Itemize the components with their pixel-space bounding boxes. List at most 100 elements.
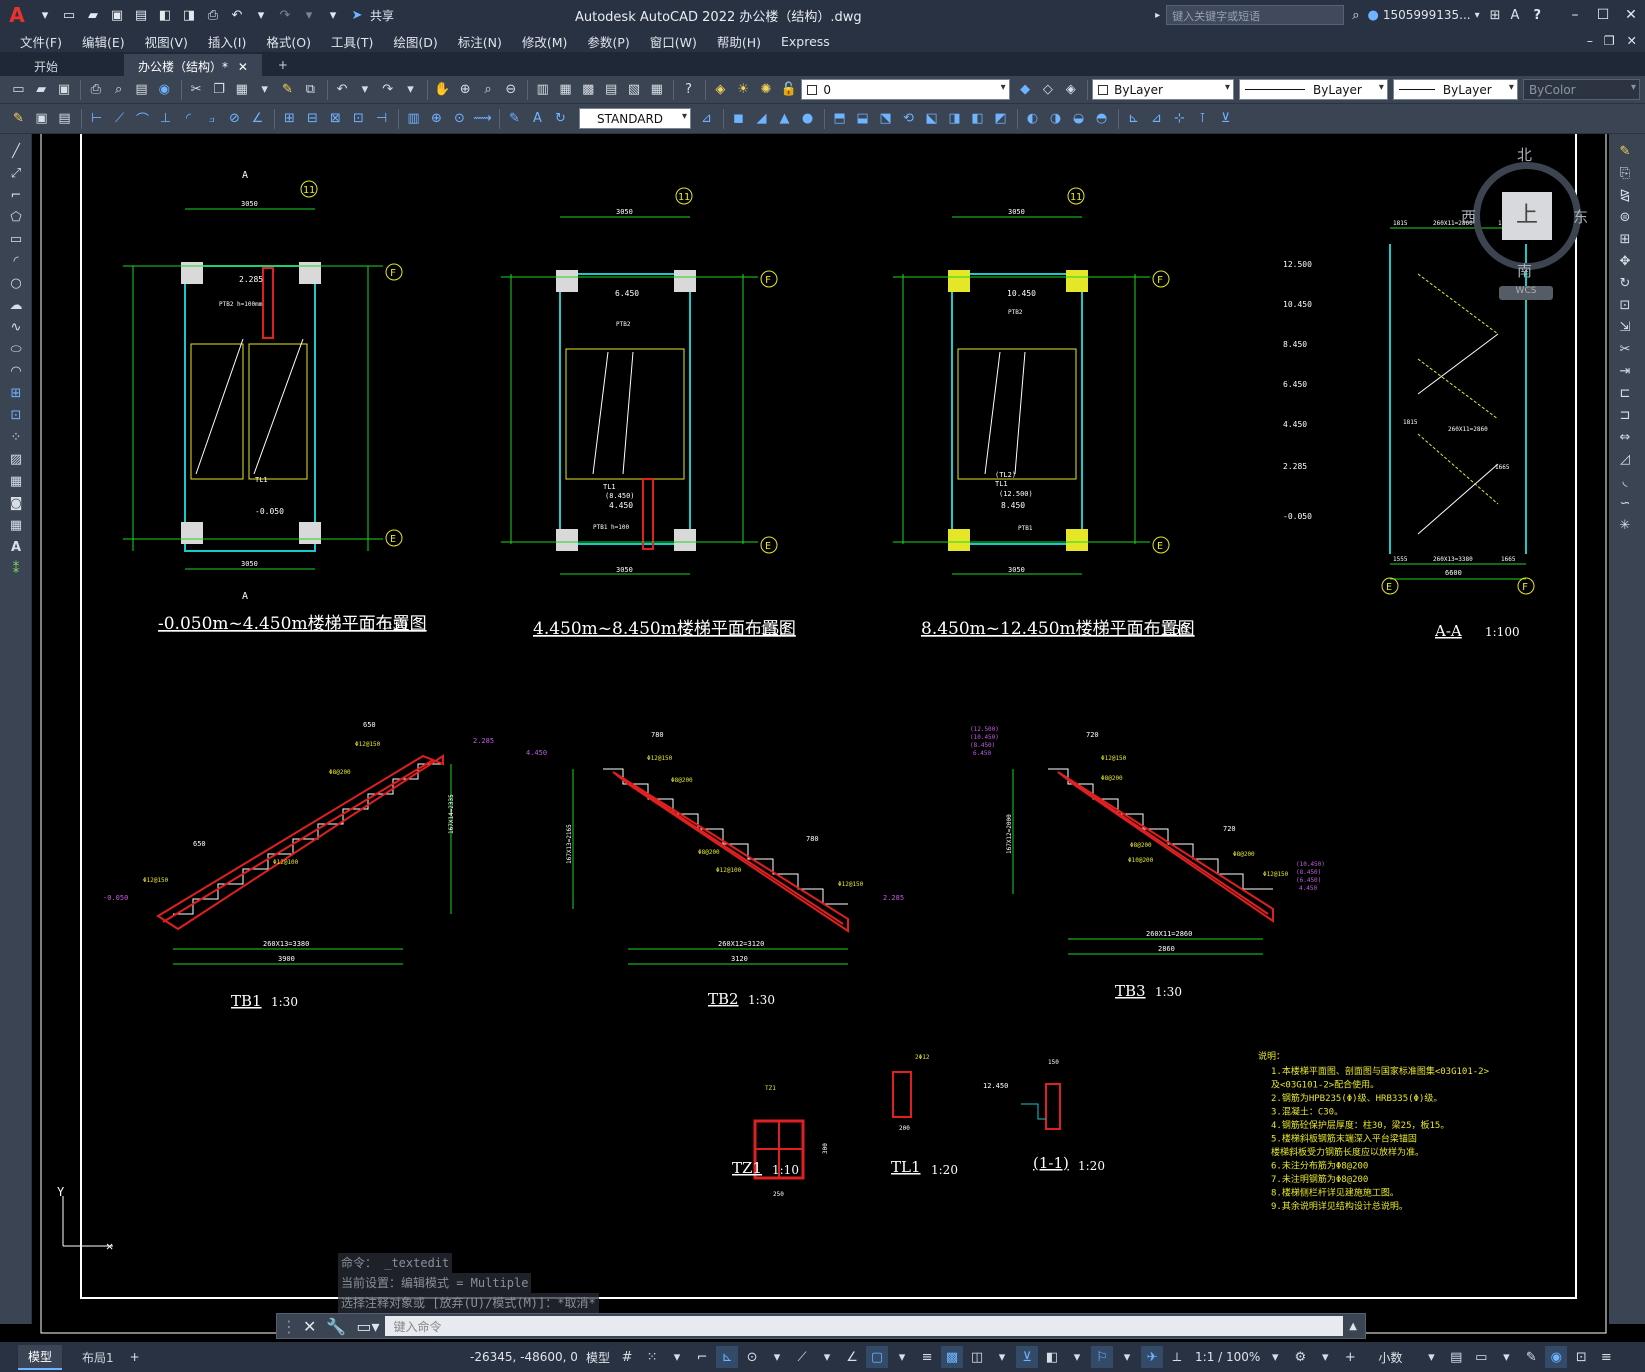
revolve-icon[interactable]: ⟲: [898, 109, 919, 129]
annotation-dropdown-icon[interactable]: ▾: [1116, 1346, 1138, 1368]
stretch-icon[interactable]: ⇲: [1612, 317, 1638, 338]
plot-preview-icon[interactable]: ⌕: [108, 80, 129, 100]
dim-aligned-icon[interactable]: ⟋: [109, 109, 130, 129]
offset-icon[interactable]: ⊜: [1612, 207, 1638, 228]
copy-object-icon[interactable]: ⎘: [1612, 163, 1638, 184]
menu-draw[interactable]: 绘图(D): [393, 32, 437, 51]
blend-icon[interactable]: ∽: [1612, 493, 1638, 514]
gizmo-icon[interactable]: ▾: [1066, 1346, 1088, 1368]
linetype-dropdown[interactable]: ByLayer ▾: [1239, 79, 1388, 100]
viewcube-south[interactable]: 南: [1517, 260, 1532, 281]
dim-angular-icon[interactable]: ∠: [247, 109, 268, 129]
3d-print-icon[interactable]: ◉: [154, 80, 175, 100]
dim-baseline-icon[interactable]: ⊟: [302, 109, 323, 129]
search-icon[interactable]: ⌕: [1352, 8, 1359, 23]
tab-model[interactable]: 模型: [18, 1344, 63, 1370]
trim-icon[interactable]: ✂: [1612, 339, 1638, 360]
cmd-grip-icon[interactable]: ⋮: [281, 1317, 297, 1336]
ucs-icon[interactable]: ⊾: [1123, 109, 1144, 129]
cloud-open-icon[interactable]: ◧: [154, 4, 176, 26]
lock-ui-icon[interactable]: ▭: [1470, 1346, 1492, 1368]
cmd-close-icon[interactable]: ✕: [303, 1317, 316, 1336]
arc-icon[interactable]: ◜: [3, 251, 29, 272]
ortho-icon[interactable]: ⊾: [716, 1346, 739, 1368]
point-icon[interactable]: ⁘: [3, 427, 29, 448]
ellipse-icon[interactable]: ⬭: [3, 339, 29, 360]
autocad-logo-icon[interactable]: A: [0, 0, 34, 30]
user-name[interactable]: 1505999135...: [1383, 8, 1471, 22]
cone-icon[interactable]: ▲: [774, 109, 795, 129]
menubar-restore-icon[interactable]: ❐: [1604, 33, 1615, 48]
dim-continue-icon[interactable]: ⊠: [325, 109, 346, 129]
inspect-icon[interactable]: ⊙: [449, 109, 470, 129]
cmd-recent-icon[interactable]: ▭▾: [356, 1317, 379, 1336]
menubar-close-icon[interactable]: ✕: [1627, 33, 1637, 48]
gradient-icon[interactable]: ▦: [3, 471, 29, 492]
workspace-dropdown-icon[interactable]: ▾: [1314, 1346, 1336, 1368]
command-input[interactable]: 键入命令: [385, 1316, 1344, 1336]
dim-radius-icon[interactable]: ◜: [178, 109, 199, 129]
dim-text-edit-icon[interactable]: A: [527, 109, 548, 129]
minimize-icon[interactable]: –: [1561, 7, 1589, 23]
layer-states-icon[interactable]: ◈: [1060, 80, 1081, 100]
share-icon[interactable]: ➤: [346, 4, 368, 26]
menu-file[interactable]: 文件(F): [20, 32, 62, 51]
menu-view[interactable]: 视图(V): [145, 32, 188, 51]
intersect-icon[interactable]: ◩: [990, 109, 1011, 129]
selection-filter-icon[interactable]: ◧: [1041, 1346, 1063, 1368]
dim-ordinate-icon[interactable]: ⊥: [155, 109, 176, 129]
union-icon[interactable]: ◨: [944, 109, 965, 129]
annotation-monitor-icon[interactable]: +: [1339, 1346, 1361, 1368]
viewcube-west[interactable]: 西: [1461, 206, 1476, 227]
cmd-scroll-icon[interactable]: ▲: [1349, 1321, 1357, 1332]
join-icon[interactable]: ⇔: [1612, 427, 1638, 448]
dim-edit-icon[interactable]: ✎: [504, 109, 525, 129]
undo-dropdown-icon[interactable]: ▾: [250, 4, 272, 26]
snap-icon[interactable]: ⁙: [641, 1346, 663, 1368]
tab-close-icon[interactable]: ✕: [238, 60, 248, 74]
layer-match-icon[interactable]: ✎: [8, 109, 29, 129]
layer-walk-icon[interactable]: ▤: [54, 109, 75, 129]
tool-palettes-icon[interactable]: ▩: [578, 80, 599, 100]
mesh-icon[interactable]: ◑: [1045, 109, 1066, 129]
erase-icon[interactable]: ✎: [1612, 141, 1638, 162]
quickcalc-icon[interactable]: ▦: [646, 80, 667, 100]
help-tool-icon[interactable]: ?: [678, 80, 699, 100]
selection-cycling-icon[interactable]: ◫: [966, 1346, 988, 1368]
polyline-icon[interactable]: ⌐: [3, 185, 29, 206]
menu-express[interactable]: Express: [781, 34, 830, 49]
dim-style-icon[interactable]: ⊿: [696, 109, 717, 129]
transparency-icon[interactable]: ▩: [941, 1346, 964, 1368]
spline-icon[interactable]: ∿: [3, 317, 29, 338]
units-dropdown-icon[interactable]: ▾: [1420, 1346, 1442, 1368]
customization-icon[interactable]: ≡: [1595, 1346, 1617, 1368]
user-icon[interactable]: ●: [1367, 8, 1378, 23]
loft-icon[interactable]: ⬕: [921, 109, 942, 129]
undo-tool-icon[interactable]: ↶: [332, 80, 353, 100]
publish-icon[interactable]: ▤: [131, 80, 152, 100]
dim-update-icon[interactable]: ↻: [550, 109, 571, 129]
close-icon[interactable]: ✕: [1617, 7, 1645, 23]
viewcube-face[interactable]: 上: [1502, 192, 1552, 240]
scale-icon[interactable]: ⊡: [1612, 295, 1638, 316]
sheet-set-icon[interactable]: ▤: [601, 80, 622, 100]
osnap-dropdown-icon[interactable]: ▾: [891, 1346, 913, 1368]
clean-screen-icon[interactable]: ⊡: [1570, 1346, 1592, 1368]
polar-dropdown-icon[interactable]: ▾: [766, 1346, 788, 1368]
new-tab-button[interactable]: +: [264, 54, 302, 76]
isolate-objects-icon[interactable]: ✎: [1520, 1346, 1542, 1368]
share-label[interactable]: 共享: [370, 7, 394, 24]
jogged-linear-icon[interactable]: ⟿: [472, 109, 493, 129]
open-icon[interactable]: ▰: [31, 80, 52, 100]
drawing-canvas[interactable]: 3050 3050 2.285 -0.050 PTB2 h=100mm TL1 …: [33, 134, 1609, 1342]
array-icon[interactable]: ⊞: [1612, 229, 1638, 250]
redo-dropdown-icon[interactable]: ▾: [298, 4, 320, 26]
annotation-visibility-icon[interactable]: ⚐: [1091, 1346, 1114, 1368]
plotstyle-dropdown[interactable]: ByColor ▾: [1522, 79, 1641, 100]
ucs-view-icon[interactable]: ⊺: [1192, 109, 1213, 129]
line-icon[interactable]: ╱: [3, 141, 29, 162]
dynamic-ucs-icon[interactable]: ⊻: [1016, 1346, 1039, 1368]
sweep-icon[interactable]: ⬔: [875, 109, 896, 129]
ucs-origin-icon[interactable]: ⊹: [1169, 109, 1190, 129]
pan-icon[interactable]: ✋: [432, 80, 453, 100]
